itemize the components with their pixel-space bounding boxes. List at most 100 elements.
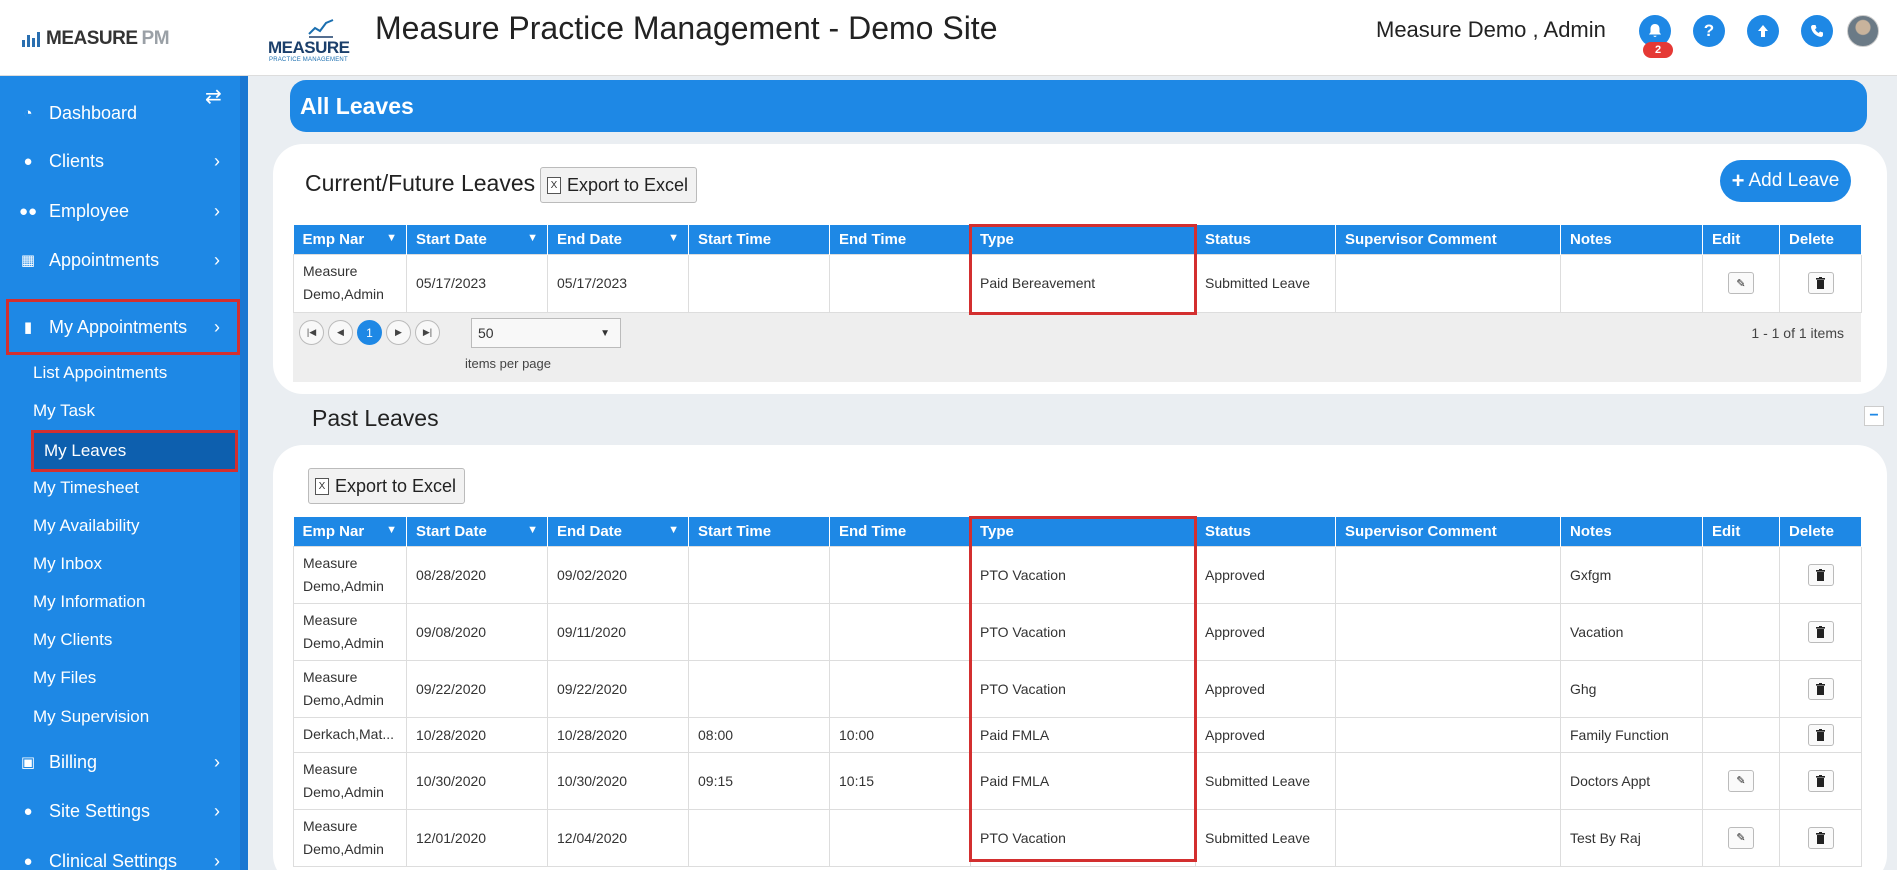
- column-header-end-date[interactable]: End Date ▼: [547, 517, 689, 546]
- export-excel-button[interactable]: X Export to Excel: [540, 167, 698, 203]
- column-header-end-date[interactable]: End Date ▼: [547, 225, 689, 254]
- trash-icon[interactable]: [1807, 563, 1834, 586]
- phone-icon[interactable]: [1801, 15, 1833, 47]
- user-name[interactable]: Measure Demo , Admin: [1376, 17, 1606, 43]
- next-page-icon[interactable]: ▶: [386, 320, 411, 345]
- filter-icon[interactable]: ▼: [527, 232, 538, 244]
- trash-icon[interactable]: [1807, 677, 1834, 700]
- column-header-start-time[interactable]: Start Time: [688, 225, 830, 254]
- type-cell: PTO Vacation: [970, 602, 1196, 661]
- trash-icon[interactable]: [1807, 620, 1834, 643]
- sidebar-subitem-my-supervision[interactable]: My Supervision: [33, 700, 149, 734]
- sidebar-subitem-my-task[interactable]: My Task: [33, 394, 95, 428]
- user-icon: ●: [23, 852, 33, 870]
- measurepm-logo[interactable]: MEASURE PM: [20, 28, 170, 50]
- sidebar-item-employee[interactable]: ●● Employee ›: [0, 191, 240, 231]
- column-header-edit: Edit: [1702, 225, 1780, 254]
- start-date-cell: 10/28/2020: [406, 716, 548, 753]
- collapse-icon[interactable]: −: [1864, 406, 1884, 426]
- column-header-start-time[interactable]: Start Time: [688, 517, 830, 546]
- sidebar-subitem-my-information[interactable]: My Information: [33, 585, 145, 619]
- page-number-button[interactable]: 1: [357, 320, 382, 345]
- prev-page-icon[interactable]: ◀: [328, 320, 353, 345]
- sidebar-item-dashboard[interactable]: ◔ Dashboard: [0, 93, 240, 133]
- sidebar-item-label: Clinical Settings: [49, 850, 178, 870]
- sidebar-item-appointments[interactable]: ▦ Appointments ›: [0, 240, 240, 280]
- table-row[interactable]: Measure Demo,Admin 09/08/2020 09/11/2020 PT…: [293, 602, 1862, 661]
- table-row[interactable]: Measure Demo,Admin 12/01/2020 12/04/2020 PT…: [293, 808, 1862, 867]
- status-cell: Approved: [1195, 659, 1336, 718]
- column-header-status[interactable]: Status: [1195, 225, 1336, 254]
- emp-cell: Measure Demo,Admin: [293, 602, 407, 661]
- filter-icon[interactable]: ▼: [386, 524, 397, 536]
- trash-icon[interactable]: [1807, 769, 1834, 792]
- column-header-notes[interactable]: Notes: [1560, 225, 1703, 254]
- type-cell: PTO Vacation: [970, 545, 1196, 604]
- export-excel-button-past[interactable]: X Export to Excel: [308, 468, 466, 504]
- emp-cell: Measure Demo,Admin: [293, 253, 407, 313]
- sidebar-item-clients[interactable]: ● Clients ›: [0, 141, 240, 181]
- end-date-cell: 12/04/2020: [547, 808, 689, 867]
- sidebar-subitem-my-availability[interactable]: My Availability: [33, 509, 139, 543]
- sidebar-subitem-my-files[interactable]: My Files: [33, 661, 96, 695]
- column-header-status[interactable]: Status: [1195, 517, 1336, 546]
- notification-badge[interactable]: 2: [1643, 42, 1673, 58]
- emp-cell: Measure Demo,Admin: [293, 659, 407, 718]
- page-size-select[interactable]: 50 ▼: [471, 318, 621, 348]
- trash-icon[interactable]: [1807, 272, 1834, 294]
- column-header-start-date[interactable]: Start Date ▼: [406, 517, 548, 546]
- sidebar-subitem-my-leaves[interactable]: My Leaves: [31, 430, 238, 472]
- supervisor-comment-cell: [1335, 602, 1561, 661]
- trash-icon[interactable]: [1807, 723, 1834, 746]
- trash-icon[interactable]: [1807, 826, 1834, 849]
- pencil-icon[interactable]: ✎: [1728, 826, 1754, 849]
- emp-cell: Measure Demo,Admin: [293, 751, 407, 810]
- pencil-icon[interactable]: ✎: [1728, 769, 1754, 792]
- money-icon: ▣: [20, 754, 36, 771]
- chevron-right-icon: ›: [214, 850, 220, 870]
- column-header-end-time[interactable]: End Time: [829, 225, 971, 254]
- add-leave-button[interactable]: + Add Leave: [1720, 160, 1851, 202]
- column-header-type[interactable]: Type: [970, 225, 1196, 254]
- column-header-end-time[interactable]: End Time: [829, 517, 971, 546]
- column-header-supervisor-comment[interactable]: Supervisor Comment: [1335, 517, 1561, 546]
- table-row[interactable]: Measure Demo,Admin 05/17/2023 05/17/2023 Pa…: [293, 253, 1862, 313]
- sidebar-scrollbar[interactable]: [240, 76, 248, 870]
- column-header-supervisor-comment[interactable]: Supervisor Comment: [1335, 225, 1561, 254]
- sidebar-item-label: Clients: [49, 150, 105, 171]
- start-time-cell: [688, 253, 830, 313]
- column-header-type[interactable]: Type: [970, 517, 1196, 546]
- sidebar-item-my-appointments[interactable]: ▮ My Appointments ›: [6, 299, 240, 355]
- first-page-icon[interactable]: |◀: [299, 320, 324, 345]
- page-title: All Leaves: [290, 80, 1867, 132]
- column-header-emp[interactable]: Emp Nar ▼: [293, 225, 407, 254]
- filter-icon[interactable]: ▼: [668, 524, 679, 536]
- site-title: Measure Practice Management - Demo Site: [375, 10, 998, 46]
- logo-text: MEASURE: [46, 28, 138, 49]
- sidebar-subitem-my-clients[interactable]: My Clients: [33, 623, 112, 657]
- table-row[interactable]: Measure Demo,Admin 08/28/2020 09/02/2020 PT…: [293, 545, 1862, 604]
- help-icon[interactable]: ?: [1693, 15, 1725, 47]
- table-row[interactable]: Measure Demo,Admin 10/30/2020 10/30/2020 09…: [293, 751, 1862, 810]
- end-time-cell: [829, 545, 971, 604]
- sidebar-subitem-list-appointments[interactable]: List Appointments: [33, 356, 167, 390]
- column-header-notes[interactable]: Notes: [1560, 517, 1703, 546]
- table-row[interactable]: Derkach,Mat... 10/28/2020 10/28/2020 08:00 1…: [293, 716, 1862, 753]
- sidebar-item-clinical-settings[interactable]: ● Clinical Settings ›: [0, 841, 240, 870]
- sidebar-subitem-my-timesheet[interactable]: My Timesheet: [33, 471, 139, 505]
- sidebar-item-site-settings[interactable]: ● Site Settings ›: [0, 791, 240, 831]
- filter-icon[interactable]: ▼: [527, 524, 538, 536]
- avatar[interactable]: [1847, 15, 1879, 47]
- supervisor-comment-cell: [1335, 253, 1561, 313]
- sidebar-item-billing[interactable]: ▣ Billing ›: [0, 742, 240, 782]
- pencil-icon[interactable]: ✎: [1728, 272, 1754, 294]
- column-header-emp[interactable]: Emp Nar ▼: [293, 517, 407, 546]
- start-time-cell: [688, 602, 830, 661]
- filter-icon[interactable]: ▼: [668, 232, 679, 244]
- upload-icon[interactable]: [1747, 15, 1779, 47]
- table-row[interactable]: Measure Demo,Admin 09/22/2020 09/22/2020 PT…: [293, 659, 1862, 718]
- filter-icon[interactable]: ▼: [386, 232, 397, 244]
- last-page-icon[interactable]: ▶|: [415, 320, 440, 345]
- column-header-start-date[interactable]: Start Date ▼: [406, 225, 548, 254]
- sidebar-subitem-my-inbox[interactable]: My Inbox: [33, 547, 102, 581]
